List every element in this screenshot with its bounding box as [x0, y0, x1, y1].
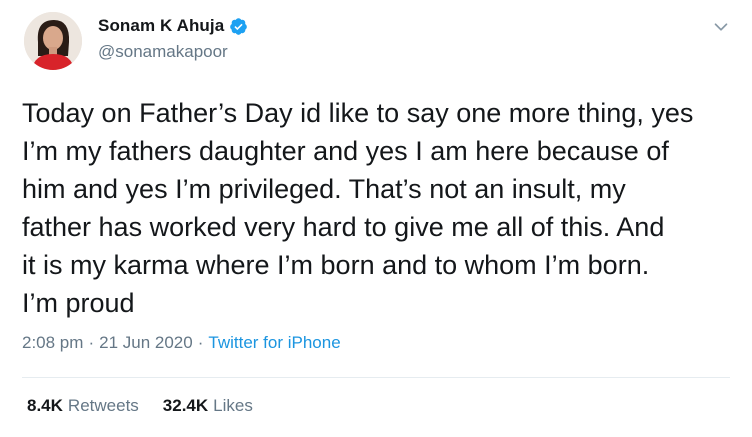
tweet-text: Today on Father’s Day id like to say one…	[22, 98, 694, 318]
likes-count: 32.4K	[162, 396, 209, 415]
tweet-date[interactable]: 21 Jun 2020	[99, 333, 193, 353]
user-handle[interactable]: @sonamakapoor	[98, 42, 228, 62]
avatar-photo	[24, 12, 82, 70]
tweet-card: Sonam K Ahuja @sonamakapoor Today on Fat…	[0, 0, 752, 437]
chevron-down-icon[interactable]	[710, 16, 732, 38]
avatar[interactable]	[24, 12, 82, 70]
retweets-stat[interactable]: 8.4K Retweets	[27, 396, 139, 416]
tweet-meta: 2:08 pm · 21 Jun 2020 · Twitter for iPho…	[22, 333, 341, 353]
likes-label: Likes	[213, 396, 253, 415]
author-name-row: Sonam K Ahuja	[98, 16, 248, 36]
meta-separator: ·	[197, 333, 204, 352]
verified-badge-icon	[229, 17, 248, 36]
display-name[interactable]: Sonam K Ahuja	[98, 16, 224, 36]
tweet-stats: 8.4K Retweets 32.4K Likes	[27, 396, 277, 416]
likes-stat[interactable]: 32.4K Likes	[163, 396, 253, 416]
retweets-label: Retweets	[67, 396, 139, 415]
tweet-source-link[interactable]: Twitter for iPhone	[208, 333, 340, 353]
tweet-time[interactable]: 2:08 pm	[22, 333, 83, 353]
meta-separator: ·	[88, 333, 95, 352]
divider	[22, 377, 730, 378]
retweets-count: 8.4K	[27, 396, 63, 415]
